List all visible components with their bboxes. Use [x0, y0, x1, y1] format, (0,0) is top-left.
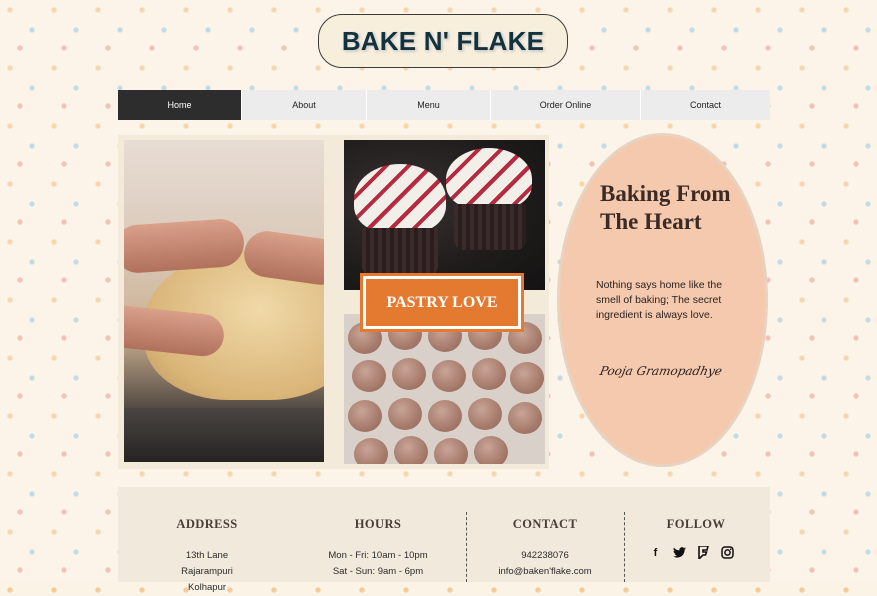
- logo-text: BAKE N' FLAKE: [341, 25, 545, 56]
- contact-block: 942238076 info@baken'flake.com: [480, 548, 610, 580]
- address-line: Kolhapur: [187, 582, 227, 593]
- contact-email[interactable]: info@baken'flake.com: [480, 564, 610, 580]
- hours-line: Sat - Sun: 9am - 6pm: [332, 566, 424, 577]
- social-icons: f: [648, 545, 735, 560]
- nav-item-order-online[interactable]: Order Online: [491, 90, 641, 120]
- signature: Pooja Gramopadhye: [598, 364, 724, 378]
- hours-line: Mon - Fri: 10am - 10pm: [328, 550, 428, 561]
- main-nav: Home About Menu Order Online Contact: [118, 90, 770, 120]
- contact-heading: CONTACT: [512, 517, 578, 531]
- pastry-love-label: PASTRY LOVE: [386, 293, 498, 311]
- hero-title-line1: Baking From: [600, 181, 731, 206]
- twitter-icon[interactable]: [672, 545, 687, 560]
- dough-kneading-photo: [124, 140, 324, 462]
- facebook-icon[interactable]: f: [648, 545, 663, 560]
- foursquare-icon[interactable]: [696, 545, 711, 560]
- nav-item-home[interactable]: Home: [118, 90, 242, 120]
- hero-tagline: Nothing says home like the smell of baki…: [596, 279, 723, 321]
- address-line: Rajarampuri: [181, 566, 233, 577]
- nav-item-menu[interactable]: Menu: [367, 90, 491, 120]
- footer-divider: [466, 512, 467, 582]
- hero-title-line2: The Heart: [600, 209, 702, 234]
- hero-title: Baking From The Heart: [600, 180, 760, 236]
- cookies-photo: [344, 314, 545, 464]
- instagram-icon[interactable]: [720, 545, 735, 560]
- hours-block: Mon - Fri: 10am - 10pm Sat - Sun: 9am - …: [308, 548, 448, 580]
- footer-divider: [624, 512, 625, 582]
- hours-heading: HOURS: [354, 517, 402, 531]
- follow-heading: FOLLOW: [666, 517, 726, 531]
- address-block: 13th Lane Rajarampuri Kolhapur: [162, 548, 252, 596]
- address-line: 13th Lane: [185, 550, 229, 561]
- nav-item-about[interactable]: About: [242, 90, 367, 120]
- contact-phone[interactable]: 942238076: [480, 548, 610, 564]
- site-logo[interactable]: BAKE N' FLAKE: [318, 14, 568, 68]
- nav-item-contact[interactable]: Contact: [641, 90, 770, 120]
- address-heading: ADDRESS: [176, 517, 238, 531]
- pastry-love-badge[interactable]: PASTRY LOVE: [360, 273, 524, 332]
- cupcakes-photo: [344, 140, 545, 290]
